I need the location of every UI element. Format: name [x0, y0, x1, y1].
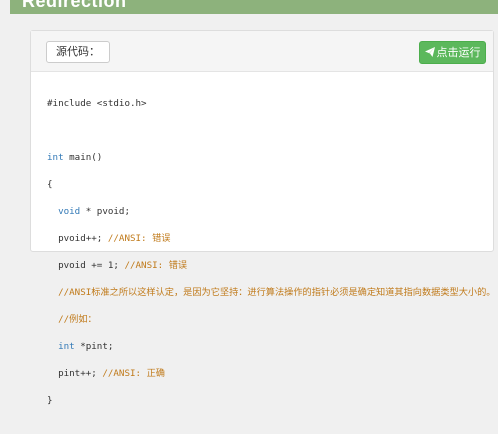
code-panel: 源代码： 点击运行 #include <stdio.h> int main() … — [30, 30, 496, 406]
source-code-label: 源代码： — [46, 41, 110, 63]
code-line: int *pint; — [47, 340, 114, 352]
code-block: #include <stdio.h> int main() { void * p… — [47, 83, 496, 434]
run-button-label: 点击运行 — [436, 46, 481, 59]
top-banner: Redirection — [10, 0, 498, 14]
code-line: void * pvoid; — [47, 205, 130, 217]
run-button[interactable]: 点击运行 — [419, 41, 486, 64]
page-title: Redirection — [22, 0, 127, 11]
code-line: pvoid += 1; //ANSI: 错误 — [47, 259, 188, 271]
code-panel-header: 源代码： 点击运行 — [31, 31, 493, 72]
code-line: #include <stdio.h> — [47, 97, 147, 109]
code-line: pint++; //ANSI: 正确 — [47, 367, 165, 379]
paper-plane-icon — [424, 43, 435, 64]
code-line: //ANSI标准之所以这样认定，是因为它坚持：进行算法操作的指针必须是确定知道其… — [47, 286, 496, 298]
code-line: } — [47, 394, 53, 406]
code-line: //例如： — [47, 313, 97, 325]
code-line: int main() — [47, 151, 103, 163]
code-line: { — [47, 178, 53, 190]
code-line: pvoid++; //ANSI: 错误 — [47, 232, 171, 244]
